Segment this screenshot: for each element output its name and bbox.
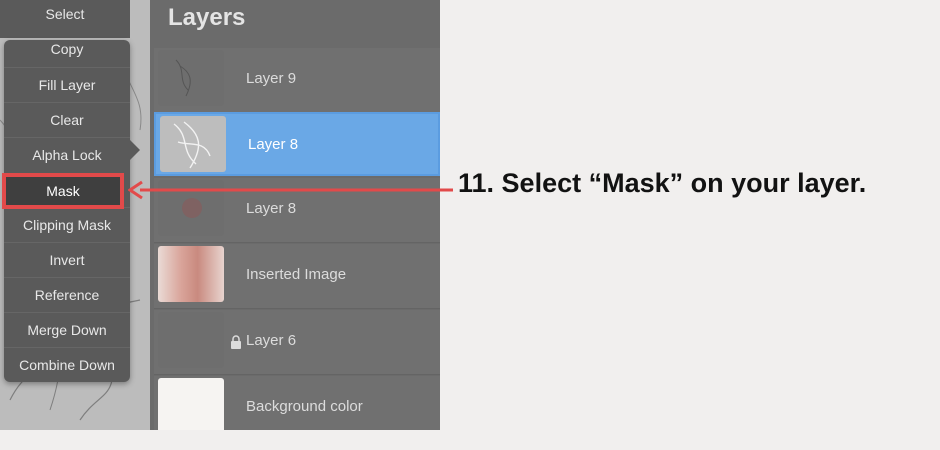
layer-row-selected[interactable]: Layer 8	[154, 112, 440, 176]
menu-pointer	[128, 138, 140, 162]
layer-options-menu: Copy Fill Layer Clear Alpha Lock Clippin…	[4, 40, 130, 382]
layer-row[interactable]: Inserted Image	[154, 244, 440, 309]
layer-row[interactable]: Layer 9	[154, 48, 440, 113]
layer-row[interactable]: Background color	[154, 376, 440, 430]
layer-thumbnail	[158, 50, 224, 106]
menu-item-invert[interactable]: Invert	[4, 242, 130, 277]
layer-name: Inserted Image	[246, 266, 347, 283]
menu-item-alpha-lock[interactable]: Alpha Lock	[4, 137, 130, 172]
layer-name: Layer 6	[246, 332, 297, 349]
layers-panel: Layers Layer 9 Layer 8 Layer 8 Inserted …	[150, 0, 440, 430]
menu-item-clipping-mask[interactable]: Clipping Mask	[4, 207, 130, 242]
menu-item-clear[interactable]: Clear	[4, 102, 130, 137]
layer-thumbnail	[158, 312, 224, 368]
layer-thumbnail	[158, 378, 224, 430]
layer-row[interactable]: Layer 6	[154, 310, 440, 375]
menu-item-combine-down[interactable]: Combine Down	[4, 347, 130, 382]
lock-icon	[231, 335, 241, 349]
layer-name: Layer 8	[248, 136, 299, 153]
layers-panel-title: Layers	[168, 4, 246, 31]
layer-name: Background color	[246, 398, 363, 415]
layer-thumbnail	[158, 246, 224, 302]
menu-item-reference[interactable]: Reference	[4, 277, 130, 312]
annotation-arrow	[128, 180, 453, 200]
layer-name: Layer 9	[246, 70, 297, 87]
procreate-screenshot: Layers Layer 9 Layer 8 Layer 8 Inserted …	[0, 0, 440, 430]
menu-item-merge-down[interactable]: Merge Down	[4, 312, 130, 347]
menu-item-fill-layer[interactable]: Fill Layer	[4, 67, 130, 102]
menu-item-copy[interactable]: Copy	[4, 32, 130, 67]
menu-item-mask[interactable]: Mask	[6, 177, 120, 205]
instruction-text: 11. Select “Mask” on your layer.	[458, 168, 867, 198]
layer-thumbnail	[160, 116, 226, 172]
